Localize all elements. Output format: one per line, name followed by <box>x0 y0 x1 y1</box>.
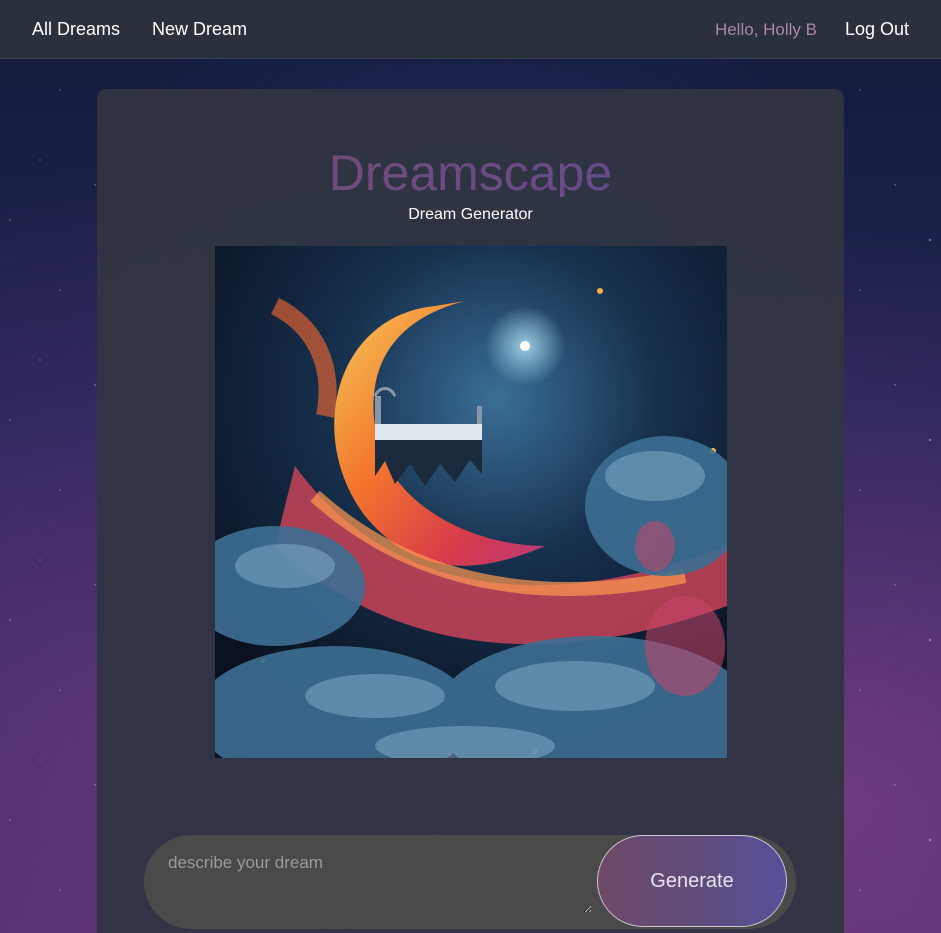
nav-all-dreams-link[interactable]: All Dreams <box>32 19 120 40</box>
page-subtitle: Dream Generator <box>408 206 533 223</box>
page-title: Dreamscape <box>97 148 844 198</box>
dream-illustration <box>215 246 727 758</box>
nav-new-dream-link[interactable]: New Dream <box>152 19 247 40</box>
top-navbar: All Dreams New Dream Hello, Holly B Log … <box>0 0 941 59</box>
dream-description-input[interactable] <box>166 851 592 913</box>
dream-prompt-bar: Generate <box>144 835 796 929</box>
generated-dream-image <box>215 246 727 758</box>
generate-button[interactable]: Generate <box>597 835 787 927</box>
logout-link[interactable]: Log Out <box>845 19 909 40</box>
user-greeting: Hello, Holly B <box>714 20 817 39</box>
dream-generator-panel: Dreamscape Dream Generator describe your… <box>97 89 844 933</box>
